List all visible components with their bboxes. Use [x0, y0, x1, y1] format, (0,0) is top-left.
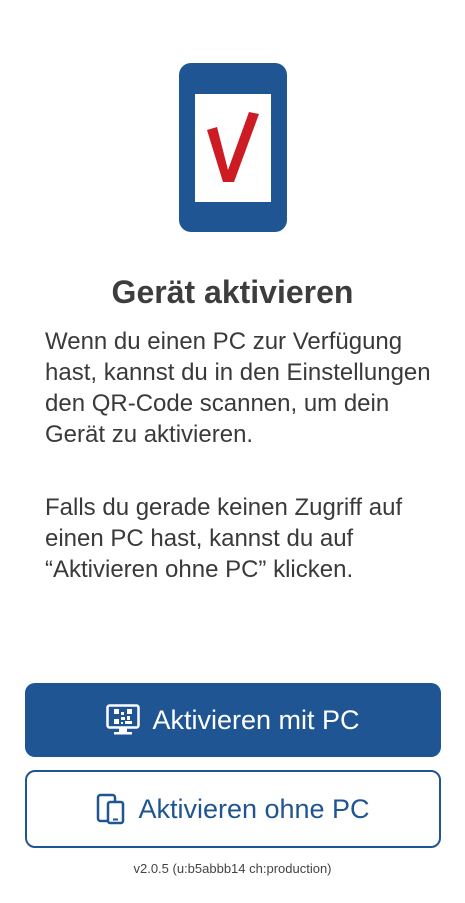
activate-with-pc-label: Aktivieren mit PC: [152, 704, 360, 735]
version-label: v2.0.5 (u:b5abbb14 ch:production): [133, 861, 332, 876]
activate-without-pc-button[interactable]: Aktivieren ohne PC: [25, 770, 441, 848]
monitor-qr-icon: [106, 704, 141, 736]
description-paragraph-pc: Wenn du einen PC zur Verfügung hast, kan…: [45, 328, 431, 448]
activate-without-pc-label: Aktivieren ohne PC: [138, 793, 370, 824]
devices-icon: [96, 793, 126, 825]
page-title: Gerät aktivieren: [111, 274, 354, 310]
description-paragraph-no-pc: Falls du gerade keinen Zugriff auf einen…: [45, 494, 403, 583]
activate-with-pc-button[interactable]: Aktivieren mit PC: [25, 683, 441, 757]
app-logo: [179, 63, 287, 232]
logo-screen: [195, 94, 271, 202]
checkmark-icon: [207, 112, 259, 182]
